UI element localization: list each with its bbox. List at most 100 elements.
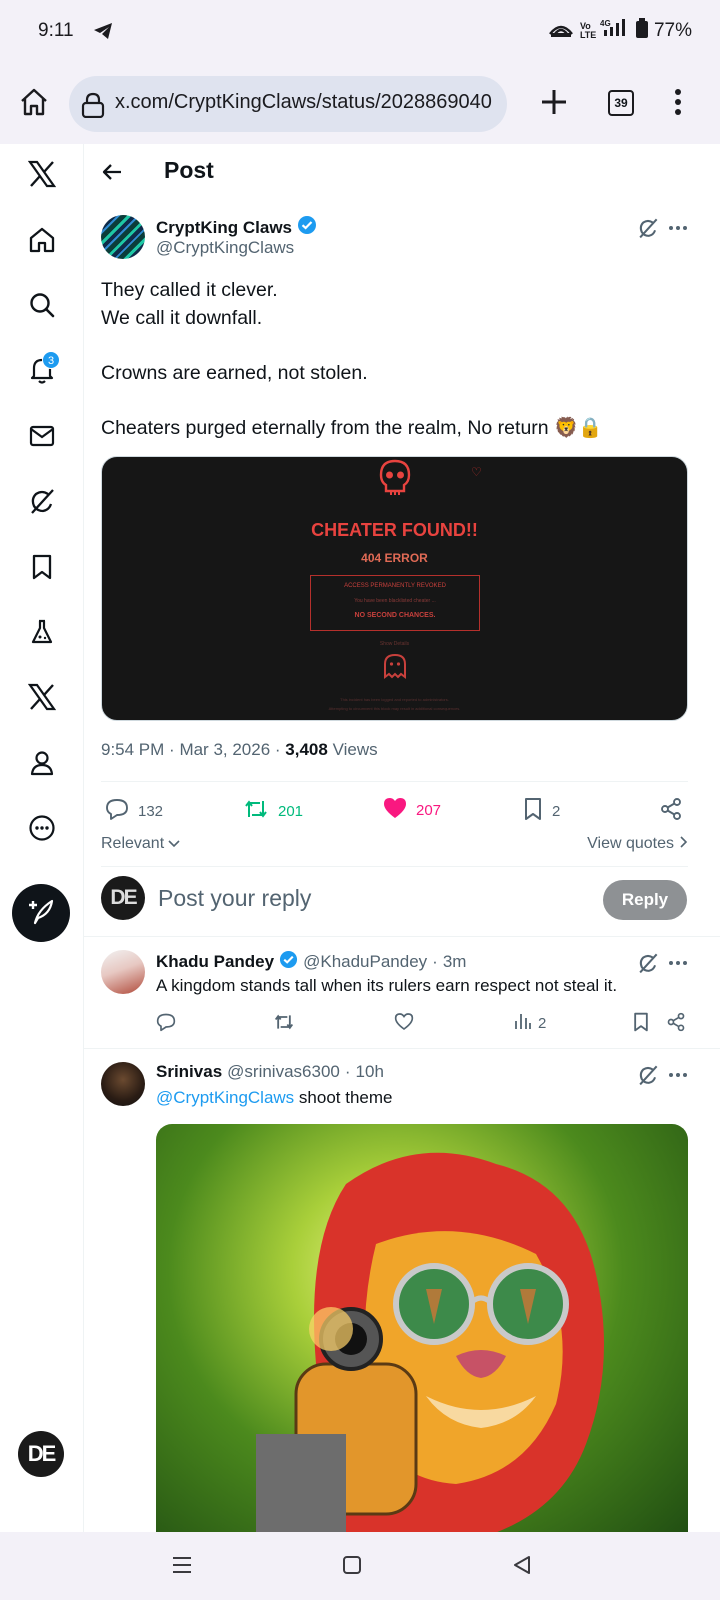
sort-dropdown[interactable]: Relevant	[101, 835, 180, 853]
reply-count: 132	[138, 802, 164, 820]
lion-illustration	[256, 1152, 604, 1532]
view-quotes-link[interactable]: View quotes	[587, 835, 688, 853]
home-nav-icon[interactable]	[342, 1556, 362, 1579]
box-line: You have been blacklisted cheater ...	[354, 598, 436, 604]
reply-button[interactable]: Reply	[603, 880, 687, 920]
home-icon[interactable]	[26, 224, 58, 256]
back-arrow-icon[interactable]	[100, 160, 124, 189]
url-text[interactable]: x.com/CryptKingClaws/status/2028869040	[115, 91, 492, 114]
reply-actions: 2	[156, 1012, 696, 1036]
reply-author-row[interactable]: Srinivas @srinivas6300 · 10h	[156, 1062, 384, 1082]
views-action[interactable]: 2	[514, 1012, 546, 1034]
reply-text: A kingdom stands tall when its rulers ea…	[156, 976, 618, 995]
grok-icon[interactable]	[637, 952, 659, 979]
share-icon	[659, 797, 683, 825]
reply-action[interactable]: 132	[105, 797, 163, 825]
revoked-box: ACCESS PERMANENTLY REVOKED You have been…	[310, 575, 480, 631]
box-title: ACCESS PERMANENTLY REVOKED	[344, 583, 446, 589]
account-avatar[interactable]: DE	[18, 1431, 64, 1477]
grok-icon[interactable]	[637, 217, 659, 244]
reply-views-count: 2	[538, 1014, 547, 1032]
reply-avatar[interactable]	[101, 950, 145, 994]
reply-input[interactable]: Post your reply	[158, 885, 311, 912]
premium-x-icon[interactable]	[26, 681, 58, 713]
author-avatar[interactable]	[101, 215, 145, 259]
error-subhead: 404 ERROR	[361, 551, 428, 565]
reply-icon[interactable]	[156, 1012, 176, 1032]
composer-avatar: DE	[101, 876, 145, 920]
reply-avatar[interactable]	[101, 1062, 145, 1106]
grok-icon[interactable]	[637, 1064, 659, 1091]
battery-percent: 77%	[653, 20, 692, 41]
divider	[101, 781, 688, 782]
repost-icon[interactable]	[273, 1012, 295, 1032]
analytics-icon	[514, 1012, 532, 1034]
divider	[101, 866, 688, 867]
verified-badge-icon	[279, 950, 298, 974]
tweet-time[interactable]: 9:54 PM	[101, 740, 164, 759]
share-icon[interactable]	[666, 1012, 686, 1032]
sort-label: Relevant	[101, 835, 165, 852]
author-handle[interactable]: @CryptKingClaws	[156, 238, 294, 258]
bookmark-icon[interactable]	[26, 551, 58, 583]
post-detail: Post CryptKing Claws @CryptKingClaws The…	[84, 144, 720, 1532]
mail-icon[interactable]	[26, 420, 58, 452]
recents-icon[interactable]	[172, 1556, 192, 1579]
author-name[interactable]: CryptKing Claws	[156, 218, 292, 238]
show-details: Show Details	[379, 641, 410, 647]
footnote-2: Attempting to circumvent this block may …	[328, 706, 461, 711]
tweet-line: Cheaters purged eternally from the realm…	[101, 416, 603, 439]
reply-mention[interactable]: @CryptKingClaws	[156, 1088, 294, 1107]
bookmark-icon[interactable]	[632, 1012, 650, 1032]
compose-button[interactable]	[12, 884, 70, 942]
heart-icon[interactable]	[394, 1012, 414, 1031]
like-count: 207	[416, 801, 442, 819]
more-options-icon[interactable]	[667, 1064, 689, 1091]
battery-icon	[635, 18, 648, 44]
person-icon[interactable]	[26, 747, 58, 779]
reply-author-handle[interactable]: @srinivas6300	[227, 1062, 340, 1082]
browser-home-icon[interactable]	[18, 86, 50, 123]
ghost-icon	[383, 653, 407, 684]
flask-icon[interactable]	[26, 616, 58, 648]
more-options-icon[interactable]	[667, 217, 689, 244]
grok-icon[interactable]	[26, 485, 58, 517]
side-navigation: 3 DE	[0, 144, 84, 1532]
divider	[84, 1048, 720, 1049]
reply-author-row[interactable]: Khadu Pandey @KhaduPandey · 3m	[156, 950, 466, 974]
more-icon[interactable]	[26, 812, 58, 844]
tweet-image[interactable]: ♡ CHEATER FOUND!! 404 ERROR ACCESS PERMA…	[101, 456, 688, 721]
repost-action[interactable]: 201	[243, 797, 303, 825]
tab-count-button[interactable]: 39	[608, 90, 634, 116]
tweet-line: Crowns are earned, not stolen.	[101, 361, 368, 384]
reply-age: 10h	[355, 1062, 384, 1081]
url-bar[interactable]: x.com/CryptKingClaws/status/2028869040	[69, 76, 507, 132]
tweet-line	[101, 332, 603, 360]
tweet-line: We call it downfall.	[101, 306, 263, 329]
reply-author-handle[interactable]: @KhaduPandey	[303, 952, 427, 972]
reply-age: 3m	[442, 952, 467, 971]
tweet-date[interactable]: Mar 3, 2026	[179, 740, 270, 759]
box-footer: NO SECOND CHANCES.	[354, 612, 436, 619]
reply-image[interactable]	[156, 1124, 688, 1532]
new-tab-icon[interactable]	[540, 88, 568, 121]
chevron-right-icon	[680, 835, 688, 853]
bookmark-action[interactable]: 2	[523, 797, 560, 825]
author-name-row[interactable]: CryptKing Claws	[156, 215, 317, 240]
more-options-icon[interactable]	[667, 952, 689, 979]
reply-author-name[interactable]: Srinivas	[156, 1062, 222, 1082]
tweet-line: They called it clever.	[101, 279, 278, 301]
browser-menu-icon[interactable]	[674, 88, 682, 121]
divider	[84, 936, 720, 937]
tweet-meta: 9:54 PM · Mar 3, 2026 · 3,408 Views	[101, 740, 378, 759]
x-logo-icon[interactable]	[26, 158, 58, 190]
views-count: 3,408	[285, 740, 328, 759]
back-nav-icon[interactable]	[512, 1556, 532, 1579]
reply-author-name[interactable]: Khadu Pandey	[156, 952, 274, 972]
compose-icon	[26, 896, 56, 931]
like-action[interactable]: 207	[383, 797, 441, 823]
status-bar: 9:11 Vo LTE 4G 77%	[0, 0, 720, 64]
volte-icon: Vo LTE	[579, 21, 597, 40]
share-action[interactable]	[659, 797, 683, 825]
search-icon[interactable]	[26, 289, 58, 321]
